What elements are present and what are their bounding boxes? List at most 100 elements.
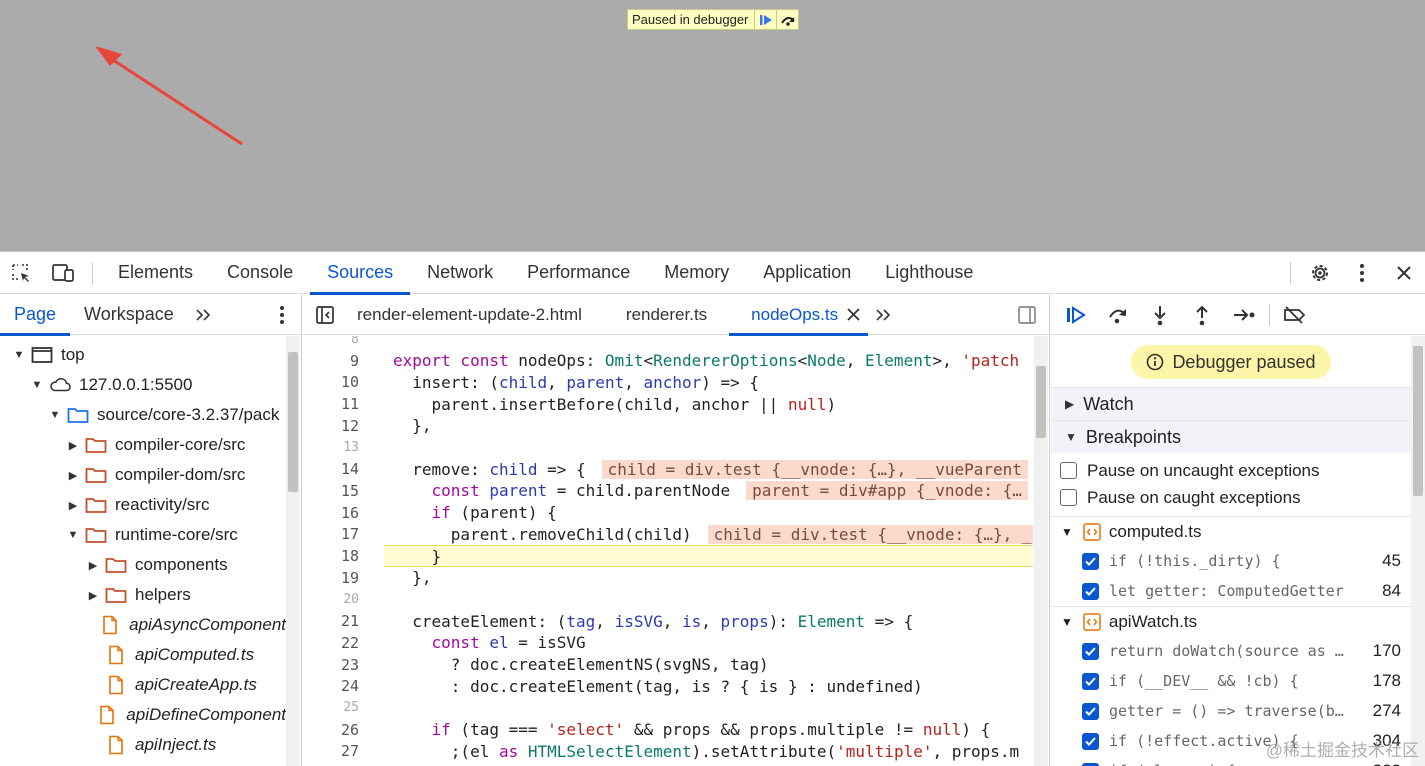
code-line[interactable]: 19 }, xyxy=(303,567,1033,589)
expanded-caret-icon[interactable]: ▼ xyxy=(66,529,80,541)
line-number[interactable]: 19 xyxy=(303,569,359,587)
line-number[interactable]: 9 xyxy=(303,352,359,370)
tree-item[interactable]: ▼127.0.0.1:5500 xyxy=(0,370,286,400)
pause-uncaught-checkbox[interactable] xyxy=(1060,462,1077,479)
expanded-caret-icon[interactable]: ▼ xyxy=(48,409,62,421)
code-line[interactable]: 12 }, xyxy=(303,415,1033,437)
tree-item[interactable]: apiDefineComponent xyxy=(0,700,286,730)
navigator-menu-icon[interactable] xyxy=(279,305,285,330)
tree-item[interactable]: ▶helpers xyxy=(0,580,286,610)
more-options-icon[interactable] xyxy=(1341,252,1383,294)
code-line[interactable]: 18 } xyxy=(303,545,1033,567)
breakpoint-checkbox[interactable] xyxy=(1082,583,1099,600)
close-devtools-icon[interactable] xyxy=(1383,252,1425,294)
code-line[interactable]: 15 const parent = child.parentNodeparent… xyxy=(303,480,1033,502)
pause-caught-row[interactable]: Pause on caught exceptions xyxy=(1051,484,1411,511)
code-line[interactable]: 22 const el = isSVG xyxy=(303,632,1033,654)
expanded-caret-icon[interactable]: ▼ xyxy=(12,349,26,361)
breakpoint-item[interactable]: if (!this._dirty) {45 xyxy=(1051,546,1411,576)
resume-icon[interactable] xyxy=(1055,295,1097,335)
line-number[interactable]: 8 xyxy=(303,336,359,347)
scrollbar-thumb[interactable] xyxy=(1413,346,1423,496)
tab-network[interactable]: Network xyxy=(410,252,510,294)
more-tabs-chevron-icon[interactable] xyxy=(188,295,220,335)
tree-item[interactable]: ▶components xyxy=(0,550,286,580)
line-number[interactable]: 13 xyxy=(303,440,359,455)
tab-memory[interactable]: Memory xyxy=(647,252,746,294)
breakpoint-checkbox[interactable] xyxy=(1082,673,1099,690)
breakpoint-item[interactable]: if (__DEV__ && !cb) {178 xyxy=(1051,666,1411,696)
breakpoint-checkbox[interactable] xyxy=(1082,643,1099,660)
line-number[interactable]: 18 xyxy=(303,547,359,565)
collapsed-caret-icon[interactable]: ▶ xyxy=(66,439,80,452)
tab-application[interactable]: Application xyxy=(746,252,868,294)
step-out-icon[interactable] xyxy=(1181,295,1223,335)
line-number[interactable]: 12 xyxy=(303,417,359,435)
code-line[interactable]: 21 createElement: (tag, isSVG, is, props… xyxy=(303,610,1033,632)
tab-sources[interactable]: Sources xyxy=(310,252,410,294)
navigator-scrollbar[interactable] xyxy=(286,336,300,766)
collapsed-caret-icon[interactable]: ▶ xyxy=(66,469,80,482)
toggle-navigator-icon[interactable] xyxy=(303,295,347,335)
editor-tab-renderer[interactable]: renderer.ts xyxy=(604,295,729,335)
tree-item[interactable]: ▶compiler-dom/src xyxy=(0,460,286,490)
code-line[interactable]: 9export const nodeOps: Omit<RendererOpti… xyxy=(303,350,1033,372)
tab-lighthouse[interactable]: Lighthouse xyxy=(868,252,990,294)
expanded-caret-icon[interactable]: ▼ xyxy=(30,379,44,391)
line-number[interactable]: 22 xyxy=(303,634,359,652)
code-line[interactable]: 10 insert: (child, parent, anchor) => { xyxy=(303,371,1033,393)
tab-page[interactable]: Page xyxy=(0,295,70,335)
step-icon[interactable] xyxy=(1223,295,1265,335)
close-tab-icon[interactable] xyxy=(847,308,860,321)
code-line[interactable]: 20 xyxy=(303,588,1033,610)
line-number[interactable]: 16 xyxy=(303,504,359,522)
editor-tab-nodeops[interactable]: nodeOps.ts xyxy=(729,295,868,335)
tab-performance[interactable]: Performance xyxy=(510,252,647,294)
step-over-icon[interactable] xyxy=(776,10,798,29)
line-number[interactable]: 25 xyxy=(303,700,359,715)
line-number[interactable]: 10 xyxy=(303,373,359,391)
breakpoint-checkbox[interactable] xyxy=(1082,703,1099,720)
code-line[interactable]: 25 xyxy=(303,697,1033,719)
breakpoint-file-header[interactable]: ▼apiWatch.ts xyxy=(1051,606,1411,636)
tree-item[interactable]: ▼runtime-core/src xyxy=(0,520,286,550)
breakpoint-checkbox[interactable] xyxy=(1082,763,1099,766)
step-over-icon[interactable] xyxy=(1097,295,1139,335)
tree-item[interactable]: apiCreateApp.ts xyxy=(0,670,286,700)
editor-tab-render-element-update[interactable]: render-element-update-2.html xyxy=(347,295,604,335)
code-line[interactable]: 23 ? doc.createElementNS(svgNS, tag) xyxy=(303,654,1033,676)
tab-workspace[interactable]: Workspace xyxy=(70,295,188,335)
step-into-icon[interactable] xyxy=(1139,295,1181,335)
toggle-debugger-sidebar-icon[interactable] xyxy=(1017,305,1037,330)
code-line[interactable]: 11 parent.insertBefore(child, anchor || … xyxy=(303,393,1033,415)
line-number[interactable]: 27 xyxy=(303,742,359,760)
tab-console[interactable]: Console xyxy=(210,252,310,294)
line-number[interactable]: 15 xyxy=(303,482,359,500)
line-number[interactable]: 24 xyxy=(303,677,359,695)
line-number[interactable]: 14 xyxy=(303,460,359,478)
breakpoint-checkbox[interactable] xyxy=(1082,733,1099,750)
code-line[interactable]: 17 parent.removeChild(child)child = div.… xyxy=(303,523,1033,545)
breakpoint-item[interactable]: getter = () => traverse(baseG274 xyxy=(1051,696,1411,726)
line-number[interactable]: 23 xyxy=(303,656,359,674)
scrollbar-thumb[interactable] xyxy=(1036,366,1046,438)
device-toolbar-icon[interactable] xyxy=(42,252,84,294)
code-line[interactable]: 16 if (parent) { xyxy=(303,502,1033,524)
collapsed-caret-icon[interactable]: ▶ xyxy=(66,499,80,512)
editor-scrollbar[interactable] xyxy=(1034,336,1048,766)
tree-item[interactable]: ▶compiler-core/src xyxy=(0,430,286,460)
code-editor[interactable]: 8 9export const nodeOps: Omit<RendererOpt… xyxy=(303,336,1033,766)
code-line[interactable]: 24 : doc.createElement(tag, is ? { is } … xyxy=(303,675,1033,697)
settings-gear-icon[interactable] xyxy=(1299,252,1341,294)
breakpoint-checkbox[interactable] xyxy=(1082,553,1099,570)
code-line[interactable]: 8 xyxy=(303,336,1033,350)
tree-item[interactable]: ▶reactivity/src xyxy=(0,490,286,520)
debugger-scrollbar[interactable] xyxy=(1411,336,1425,766)
tree-item[interactable]: apiAsyncComponent xyxy=(0,610,286,640)
breakpoint-item[interactable]: let getter: ComputedGetter84 xyxy=(1051,576,1411,606)
line-number[interactable]: 17 xyxy=(303,525,359,543)
watch-section-header[interactable]: ▶ Watch xyxy=(1051,387,1411,420)
pause-uncaught-row[interactable]: Pause on uncaught exceptions xyxy=(1051,457,1411,484)
tree-item[interactable]: ▼source/core-3.2.37/pack xyxy=(0,400,286,430)
collapsed-caret-icon[interactable]: ▶ xyxy=(86,559,100,572)
